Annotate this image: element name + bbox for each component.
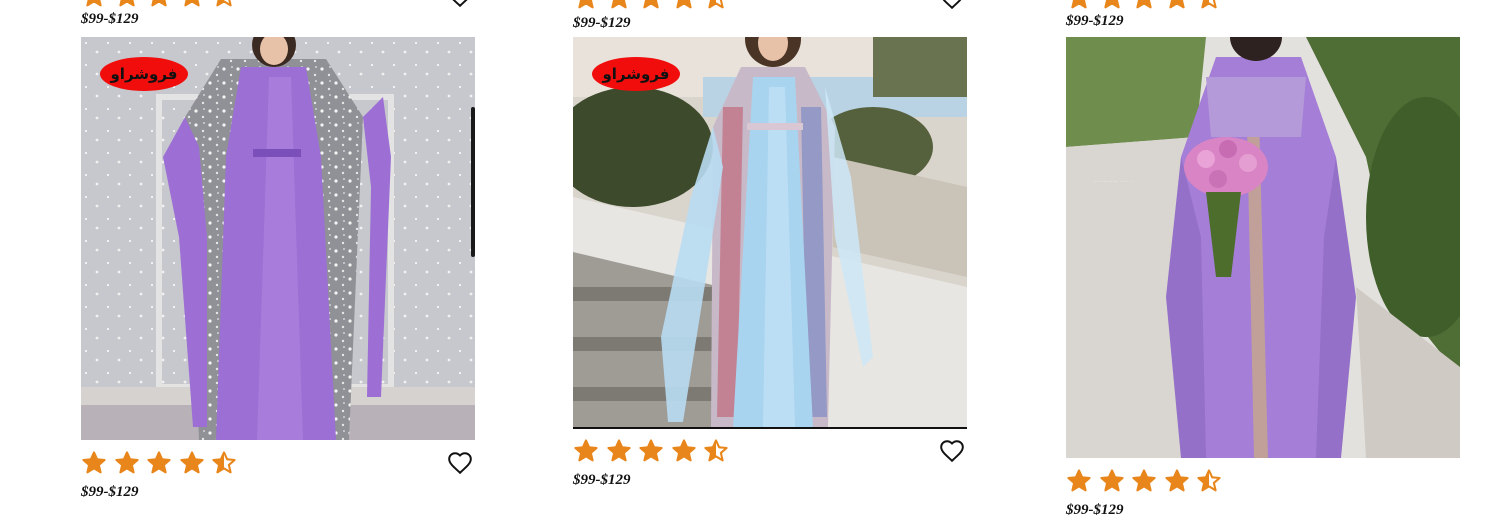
- dress-photo: [573, 37, 967, 427]
- rating-row: [573, 437, 967, 465]
- star-rating: [1066, 467, 1229, 495]
- star-outline-icon: [179, 451, 204, 474]
- rating-stars-top-partial: [81, 0, 475, 10]
- star-rating: [1066, 0, 1229, 12]
- star-outline-icon: [671, 439, 696, 462]
- star-outline-icon: [86, 0, 102, 7]
- star-rating: [573, 437, 736, 465]
- product-image-2[interactable]: فروشراو: [573, 37, 967, 429]
- star-outline-icon: [1164, 469, 1189, 492]
- star-rating: [81, 449, 244, 477]
- star-outline-icon: [610, 0, 627, 9]
- rating-row: [1066, 467, 1460, 495]
- star-outline-icon: [147, 451, 171, 474]
- star-outline-icon: [114, 451, 139, 474]
- star-outline-icon: [639, 439, 663, 462]
- image-scroll-handle[interactable]: [471, 107, 475, 257]
- star-outline-icon: [1071, 0, 1087, 9]
- star-outline-icon: [1103, 0, 1120, 9]
- star-outline-icon: [183, 0, 200, 7]
- product-image-3[interactable]: ·········· ··· ·: [1066, 37, 1460, 458]
- star-outline-icon: [578, 0, 594, 9]
- star-half-icon: [1197, 469, 1221, 492]
- star-half-icon: [212, 451, 236, 474]
- star-rating: [573, 0, 736, 12]
- rating-stars-top-partial: [573, 0, 967, 12]
- star-half-icon: [704, 439, 728, 462]
- star-outline-icon: [1132, 469, 1156, 492]
- star-outline-icon: [1067, 469, 1091, 492]
- star-outline-icon: [1099, 469, 1124, 492]
- rating-row: [81, 449, 475, 477]
- star-outline-icon: [574, 439, 598, 462]
- photo-watermark: ·········· ··· ·: [1094, 179, 1133, 186]
- bestseller-badge: فروشراو: [100, 57, 188, 91]
- rating-stars-top-partial: [1066, 0, 1460, 12]
- star-outline-icon: [675, 0, 692, 9]
- star-outline-icon: [1168, 0, 1185, 9]
- star-outline-icon: [643, 0, 659, 9]
- star-outline-icon: [118, 0, 135, 7]
- bestseller-badge: فروشراو: [592, 57, 680, 91]
- heart-outline-icon[interactable]: [939, 438, 965, 464]
- star-outline-icon: [1136, 0, 1152, 9]
- price-range-top: $99-$129: [1066, 13, 1124, 29]
- price-range: $99-$129: [1066, 502, 1124, 518]
- star-outline-icon: [82, 451, 106, 474]
- price-range-top: $99-$129: [573, 15, 631, 31]
- product-image-1[interactable]: فروشراو: [81, 37, 475, 440]
- star-half-icon: [216, 0, 232, 7]
- price-range: $99-$129: [81, 484, 139, 500]
- star-half-icon: [708, 0, 724, 9]
- star-outline-icon: [151, 0, 167, 7]
- star-outline-icon: [606, 439, 631, 462]
- heart-outline-icon[interactable]: [447, 450, 473, 476]
- price-range: $99-$129: [573, 472, 631, 488]
- star-half-icon: [1201, 0, 1217, 9]
- price-range-top: $99-$129: [81, 11, 139, 27]
- star-rating: [81, 0, 244, 10]
- heart-outline-icon[interactable]: [939, 0, 965, 11]
- dress-photo: [1066, 37, 1460, 458]
- dress-photo: [81, 37, 475, 440]
- heart-outline-icon[interactable]: [447, 0, 473, 9]
